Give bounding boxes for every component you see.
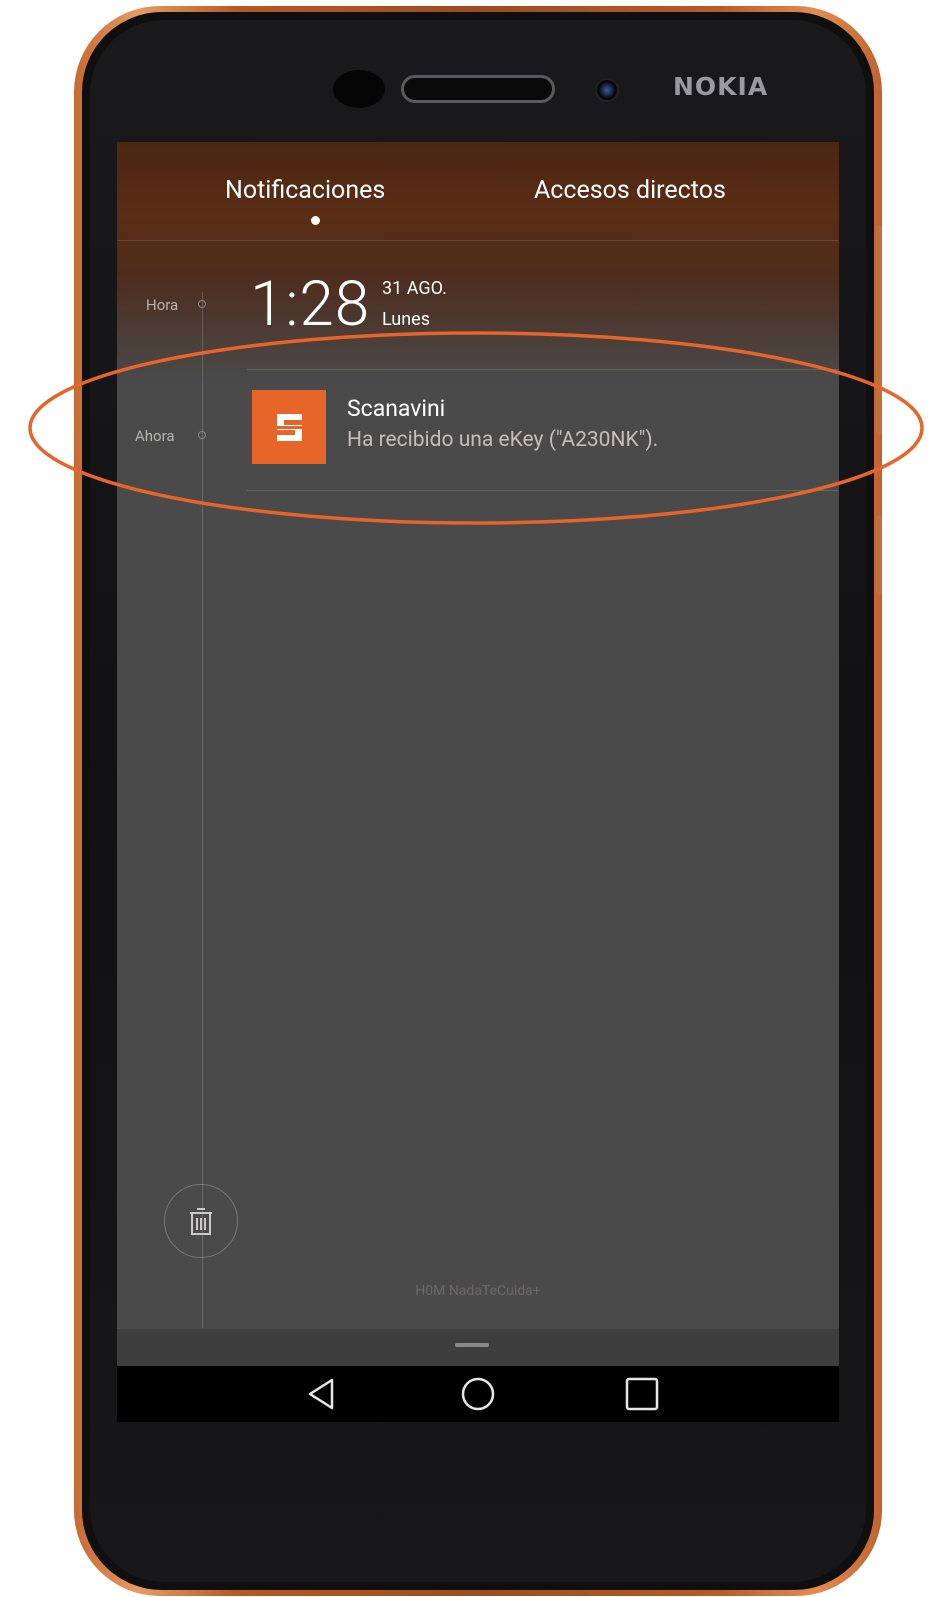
- active-tab-indicator: [311, 216, 320, 225]
- notification-app-name: Scanavini: [347, 395, 446, 422]
- timeline-label-notification: Ahora: [135, 427, 175, 445]
- earpiece-speaker: [401, 75, 555, 103]
- shade-footer: [117, 1328, 839, 1367]
- clear-all-button[interactable]: [164, 1184, 238, 1258]
- proximity-sensor: [333, 70, 385, 108]
- clock-weekday: Lunes: [382, 309, 431, 330]
- notification-message: Ha recibido una eKey ("A230NK").: [347, 428, 659, 452]
- recents-button[interactable]: [619, 1372, 665, 1416]
- clock-time: 1:28: [250, 268, 371, 341]
- brand-logo: NOKIA: [673, 72, 769, 101]
- notification-shade: Notificaciones Accesos directos Hora Aho…: [117, 142, 839, 1422]
- timeline-label-clock: Hora: [146, 296, 179, 314]
- timeline-dot-clock: [198, 300, 206, 308]
- timeline-line: [202, 292, 203, 1332]
- notification-item[interactable]: Scanavini Ha recibido una eKey ("A230NK"…: [247, 370, 839, 490]
- tab-shortcuts[interactable]: Accesos directos: [534, 176, 726, 205]
- divider: [247, 490, 839, 491]
- timeline-dot-notification: [198, 431, 206, 439]
- tab-bar: Notificaciones Accesos directos: [117, 142, 839, 241]
- back-button[interactable]: [298, 1372, 344, 1416]
- drag-handle[interactable]: [455, 1343, 489, 1347]
- recents-square-icon: [619, 1377, 665, 1420]
- tab-notifications[interactable]: Notificaciones: [225, 176, 385, 205]
- home-circle-icon: [455, 1377, 501, 1420]
- navigation-bar: [117, 1366, 839, 1422]
- clock-date: 31 AGO.: [382, 278, 447, 299]
- back-triangle-icon: [298, 1378, 344, 1420]
- front-camera: [595, 78, 619, 102]
- carrier-label: H0M NadaTeCuida+: [415, 1283, 541, 1299]
- power-button: [876, 515, 882, 595]
- volume-button: [876, 225, 882, 435]
- scanavini-logo-icon: [252, 390, 326, 464]
- home-button[interactable]: [455, 1372, 501, 1416]
